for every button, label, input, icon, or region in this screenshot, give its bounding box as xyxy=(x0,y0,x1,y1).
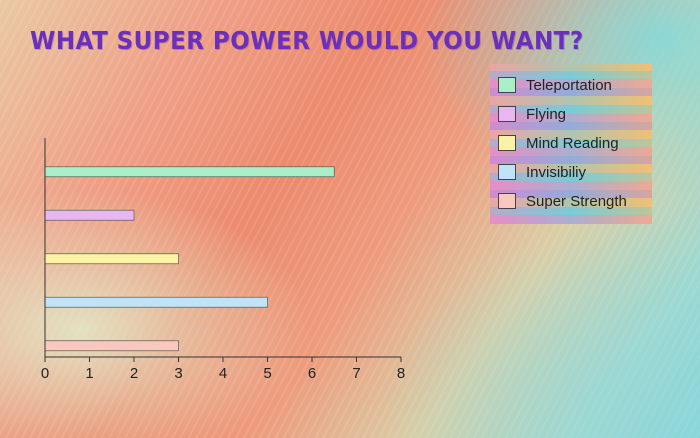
legend-swatch xyxy=(498,135,516,151)
legend-item-teleportation: Teleportation xyxy=(498,74,612,96)
legend-label: Super Strength xyxy=(526,192,627,210)
legend-item-flying: Flying xyxy=(498,103,566,125)
legend-label: Teleportation xyxy=(526,76,612,94)
legend-swatch xyxy=(498,164,516,180)
x-ticks-group: 0 1 2 3 4 5 6 7 8 xyxy=(41,357,405,382)
legend-swatch xyxy=(498,193,516,209)
x-tick-label: 5 xyxy=(263,365,271,382)
bar-super-strength xyxy=(44,340,179,352)
bar-invisibiliy xyxy=(44,296,268,308)
legend-item-super-strength: Super Strength xyxy=(498,190,627,212)
x-tick-label: 2 xyxy=(130,365,138,382)
x-tick-label: 6 xyxy=(308,365,316,382)
bars-group xyxy=(44,166,335,352)
legend-swatch xyxy=(498,77,516,93)
x-tick-label: 8 xyxy=(397,365,405,382)
x-tick-label: 0 xyxy=(41,365,49,382)
x-tick-label: 7 xyxy=(352,365,360,382)
legend-swatch xyxy=(498,106,516,122)
bar-mind-reading xyxy=(44,253,179,265)
legend-label: Flying xyxy=(526,105,567,123)
x-tick-label: 4 xyxy=(219,365,227,382)
legend-label: Mind Reading xyxy=(526,134,619,152)
legend-item-invisibility: Invisibiliy xyxy=(498,161,586,183)
x-tick-label: 1 xyxy=(85,365,93,382)
legend: Teleportation Flying Mind Reading Invisi… xyxy=(490,64,652,224)
legend-item-mind-reading: Mind Reading xyxy=(498,132,619,154)
bar-teleportation xyxy=(44,166,335,178)
legend-label: Invisibiliy xyxy=(526,163,587,181)
x-tick-label: 3 xyxy=(174,365,182,382)
bar-flying xyxy=(44,209,135,221)
